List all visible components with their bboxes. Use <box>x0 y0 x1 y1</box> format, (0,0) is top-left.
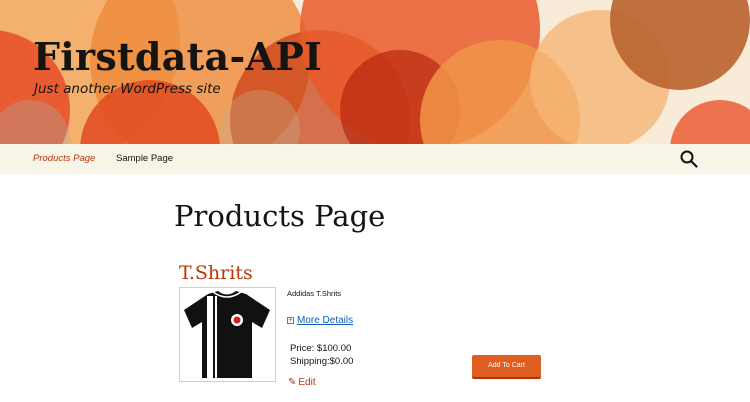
add-to-cart-button[interactable]: Add To Cart <box>472 355 541 379</box>
edit-label: Edit <box>298 377 316 388</box>
product-image[interactable] <box>179 287 276 382</box>
plus-icon: + <box>287 317 294 324</box>
site-description: Just another WordPress site <box>34 81 221 97</box>
nav-item-sample-page[interactable]: Sample Page <box>116 153 173 164</box>
product-price: Price: $100.00 <box>290 343 352 354</box>
product-title[interactable]: T.Shrits <box>179 262 253 284</box>
edit-link[interactable]: ✎ Edit <box>288 377 316 388</box>
more-details-link[interactable]: More Details <box>297 315 353 326</box>
main-navigation: Products Page Sample Page <box>0 144 750 174</box>
pencil-icon: ✎ <box>288 377 297 388</box>
site-header: Firstdata-API Just another WordPress sit… <box>0 0 750 144</box>
product-shipping: Shipping:$0.00 <box>290 356 354 367</box>
page-title: Products Page <box>174 199 386 233</box>
product-name: Addidas T.Shrits <box>287 289 342 298</box>
nav-item-products-page[interactable]: Products Page <box>33 153 95 164</box>
tshirt-icon <box>184 291 270 378</box>
more-details-toggle[interactable]: + More Details <box>287 315 353 326</box>
search-icon[interactable] <box>680 150 698 168</box>
site-title[interactable]: Firstdata-API <box>33 34 322 79</box>
